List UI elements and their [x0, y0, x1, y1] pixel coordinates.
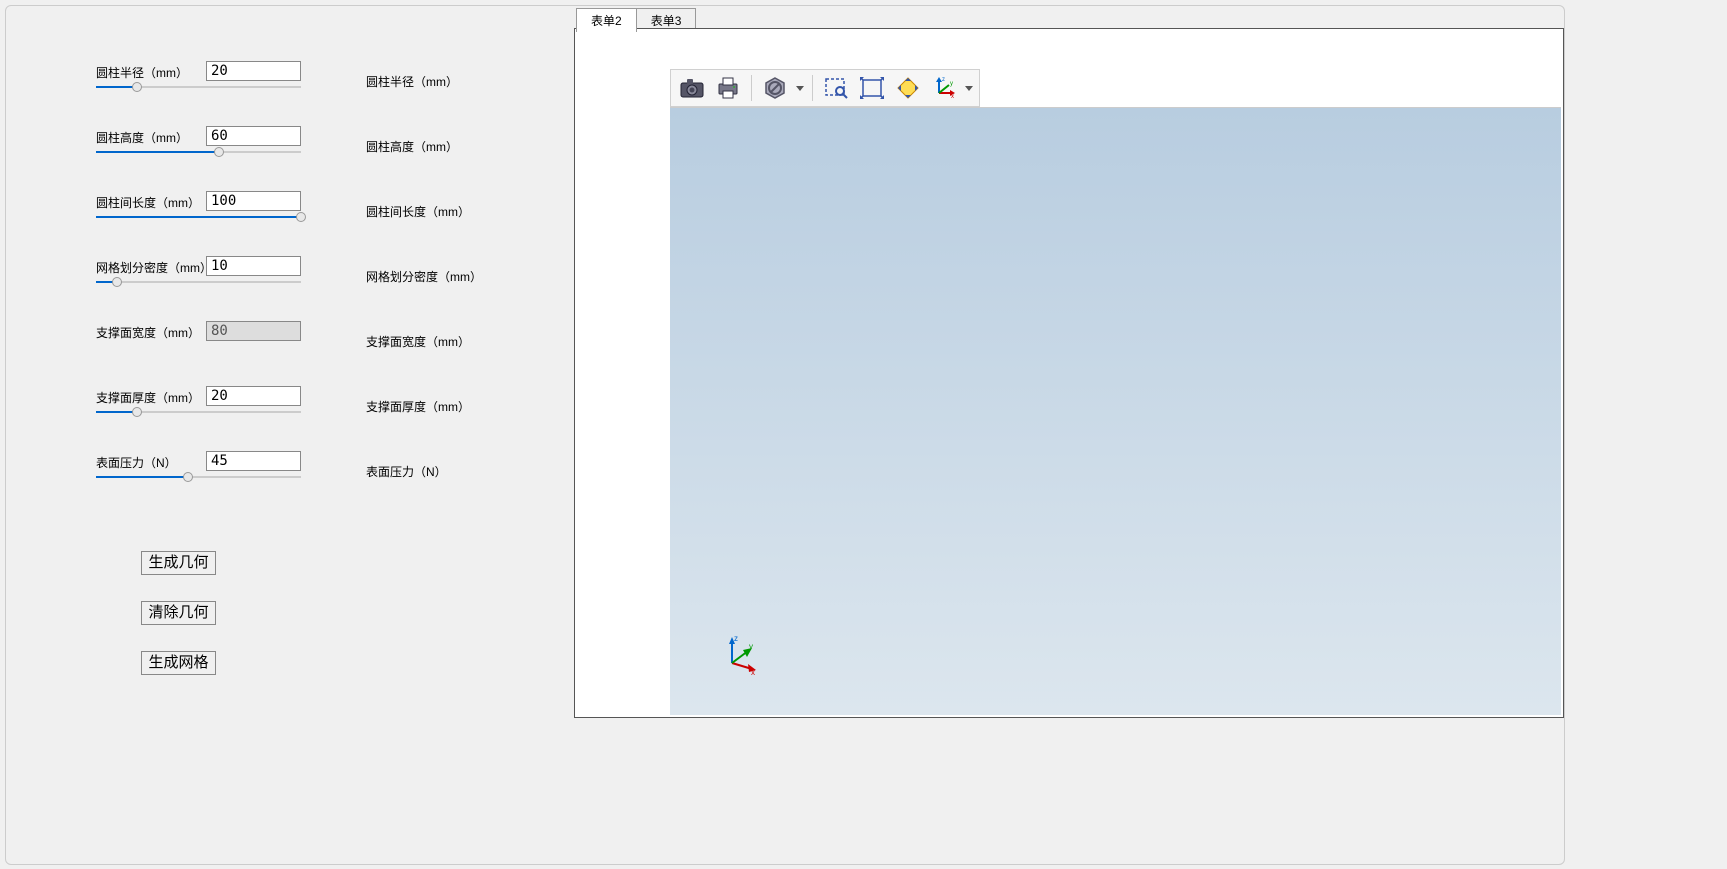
slider-thumb[interactable]	[132, 82, 142, 92]
svg-text:y: y	[950, 81, 953, 87]
toolbar-separator	[812, 75, 813, 101]
mesh-density-input[interactable]	[206, 256, 301, 276]
param-label: 圆柱间长度（mm）	[96, 194, 200, 211]
block-icon[interactable]	[758, 72, 792, 104]
tab-form2[interactable]: 表单2	[576, 8, 637, 32]
slider-thumb[interactable]	[112, 277, 122, 287]
surface-pressure-slider[interactable]	[96, 473, 301, 483]
length-slider[interactable]	[96, 213, 301, 223]
main-panel: 圆柱半径（mm） 圆柱高度（mm） 圆柱间长度（mm）	[5, 5, 1565, 865]
param-label: 圆柱高度（mm）	[96, 129, 188, 146]
chevron-down-icon[interactable]	[963, 86, 975, 91]
zoom-extents-icon[interactable]	[855, 72, 889, 104]
readout-label: 支撑面厚度（mm）	[366, 391, 482, 456]
radius-slider[interactable]	[96, 83, 301, 93]
param-label: 圆柱半径（mm）	[96, 64, 188, 81]
param-label: 网格划分密度（mm）	[96, 259, 212, 276]
axis-x-label: x	[751, 668, 755, 675]
readout-label: 支撑面宽度（mm）	[366, 326, 482, 391]
slider-fill	[96, 216, 301, 218]
slider-thumb[interactable]	[296, 212, 306, 222]
axis-triad: z x y	[720, 635, 760, 675]
readout-label: 圆柱高度（mm）	[366, 131, 482, 196]
zoom-fit-icon[interactable]	[891, 72, 925, 104]
height-input[interactable]	[206, 126, 301, 146]
param-label: 支撑面厚度（mm）	[96, 389, 200, 406]
support-thickness-slider[interactable]	[96, 408, 301, 418]
print-icon[interactable]	[711, 72, 745, 104]
toolbar-separator	[751, 75, 752, 101]
slider-thumb[interactable]	[132, 407, 142, 417]
radius-input[interactable]	[206, 61, 301, 81]
camera-icon[interactable]	[675, 72, 709, 104]
slider-fill	[96, 411, 137, 413]
axis-z-label: z	[734, 635, 738, 643]
surface-pressure-input[interactable]	[206, 451, 301, 471]
clear-geometry-button[interactable]: 清除几何	[141, 601, 216, 625]
axis-y-label: y	[749, 642, 753, 651]
slider-track	[96, 281, 301, 283]
param-label: 支撑面宽度（mm）	[96, 324, 200, 341]
svg-text:x: x	[951, 94, 954, 99]
slider-fill	[96, 151, 219, 153]
svg-text:z: z	[942, 77, 945, 83]
slider-fill	[96, 86, 137, 88]
triad-icon[interactable]: zy x	[927, 72, 961, 104]
generate-mesh-button[interactable]: 生成网格	[141, 651, 216, 675]
action-buttons: 生成几何 清除几何 生成网格	[141, 551, 216, 701]
readout-label: 表面压力（N）	[366, 456, 482, 521]
support-thickness-input[interactable]	[206, 386, 301, 406]
slider-thumb[interactable]	[183, 472, 193, 482]
viewport-container: zyx z x y	[574, 28, 1564, 718]
height-slider[interactable]	[96, 148, 301, 158]
slider-fill	[96, 476, 188, 478]
param-label: 表面压力（N）	[96, 454, 177, 471]
chevron-down-icon[interactable]	[794, 86, 806, 91]
readout-label: 圆柱间长度（mm）	[366, 196, 482, 261]
generate-geometry-button[interactable]: 生成几何	[141, 551, 216, 575]
mesh-density-slider[interactable]	[96, 278, 301, 288]
readout-label: 网格划分密度（mm）	[366, 261, 482, 326]
support-width-input	[206, 321, 301, 341]
zoom-select-icon[interactable]	[819, 72, 853, 104]
viewport-toolbar: zy x	[670, 69, 980, 107]
model-canvas[interactable]: z x y	[670, 107, 1561, 715]
readout-labels: 圆柱半径（mm） 圆柱高度（mm） 圆柱间长度（mm） 网格划分密度（mm） 支…	[366, 66, 482, 521]
slider-thumb[interactable]	[214, 147, 224, 157]
readout-label: 圆柱半径（mm）	[366, 66, 482, 131]
length-input[interactable]	[206, 191, 301, 211]
